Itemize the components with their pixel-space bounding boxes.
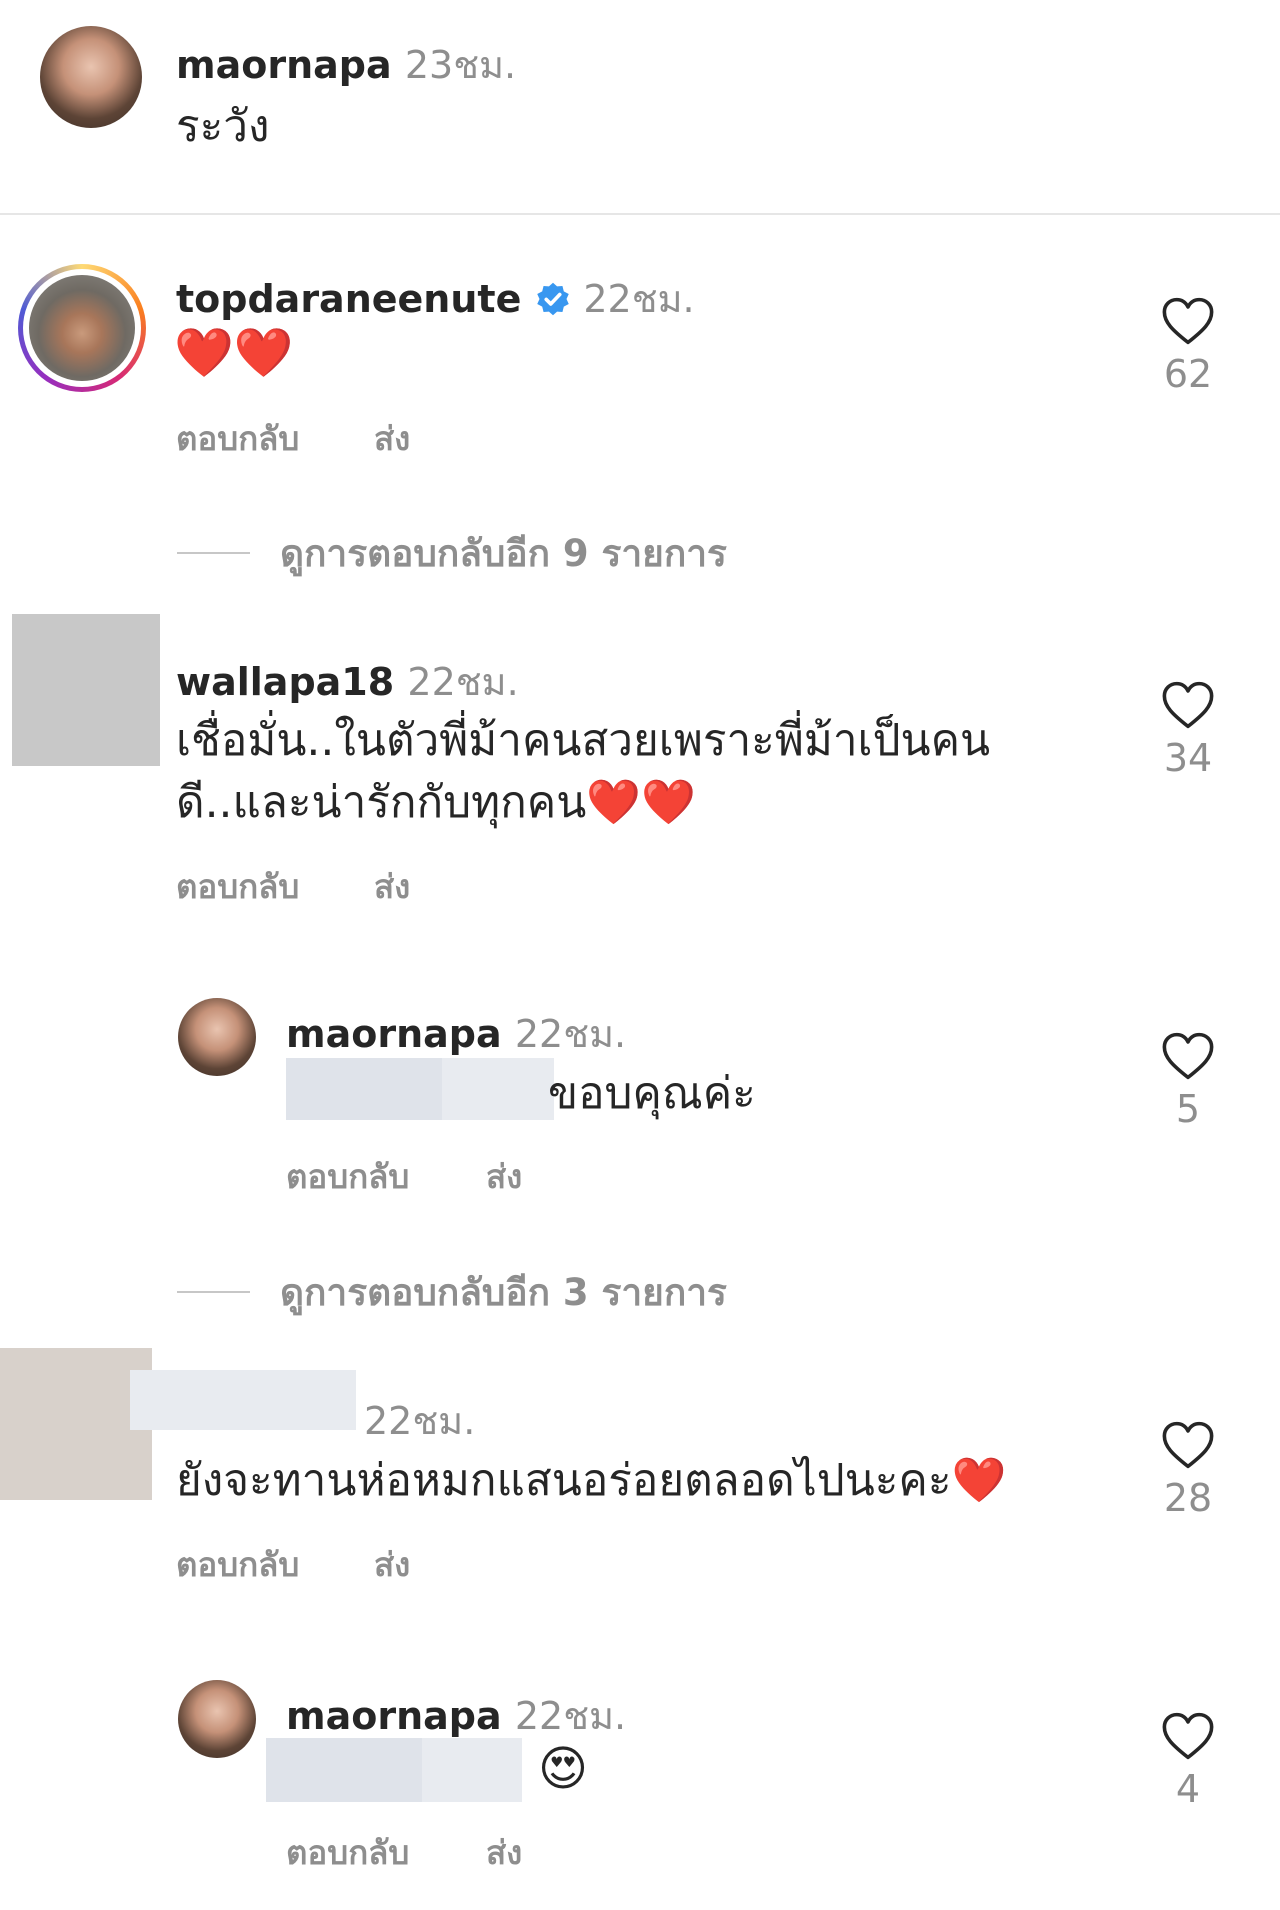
view-more-replies-label: ดูการตอบกลับอีก 3 รายการ: [280, 1270, 727, 1314]
avatar[interactable]: [178, 998, 256, 1076]
verified-badge-icon: [537, 282, 570, 315]
divider-line: [177, 1291, 250, 1293]
username[interactable]: maornapa: [286, 1694, 502, 1738]
avatar-placeholder[interactable]: [12, 614, 160, 766]
like-button[interactable]: 5: [1138, 1031, 1238, 1131]
like-button[interactable]: 62: [1138, 296, 1238, 396]
heart-outline-icon: [1162, 1712, 1214, 1760]
heart-outline-icon: [1162, 297, 1214, 345]
username[interactable]: topdaraneenute: [176, 277, 521, 321]
comment-text: ยังจะทานห่อหมกแสนอร่อยตลอดไปนะคะ❤️: [176, 1455, 1007, 1506]
reply-button[interactable]: ตอบกลับ: [176, 1538, 299, 1591]
reply-button[interactable]: ตอบกลับ: [176, 860, 299, 913]
like-count: 28: [1163, 1476, 1213, 1520]
send-button[interactable]: ส่ง: [374, 1538, 410, 1591]
like-button[interactable]: 34: [1138, 680, 1238, 780]
timestamp: 22ชม.: [514, 1694, 627, 1738]
comment-header: maornapa 23ชม.: [176, 34, 516, 95]
comment-text-line-2: ดี..และน่ารักกับทุกคน❤️❤️: [176, 777, 696, 828]
comment-header: maornapa 22ชม.: [286, 1003, 626, 1064]
comment-text: ❤️❤️: [174, 325, 294, 381]
comment-text-line-1: เชื่อมั่น..ในตัวพี่ม้าคนสวยเพราะพี่ม้าเป…: [176, 715, 991, 766]
like-count: 4: [1175, 1767, 1201, 1811]
username[interactable]: maornapa: [176, 43, 392, 87]
comment-text: ขอบคุณค่ะ: [548, 1068, 756, 1119]
reply-button[interactable]: ตอบกลับ: [286, 1826, 409, 1879]
send-button[interactable]: ส่ง: [486, 1150, 522, 1203]
timestamp: 23ชม.: [404, 43, 517, 87]
send-button[interactable]: ส่ง: [374, 412, 410, 465]
divider-line: [177, 552, 250, 554]
redacted-mention: [422, 1738, 522, 1802]
send-button[interactable]: ส่ง: [374, 860, 410, 913]
heart-outline-icon: [1162, 1032, 1214, 1080]
username[interactable]: wallapa18: [176, 660, 394, 704]
comment-header: 22ชม.: [364, 1390, 475, 1451]
reply-button[interactable]: ตอบกลับ: [286, 1150, 409, 1203]
like-count: 62: [1163, 352, 1213, 396]
comment-text: ระวัง: [176, 101, 270, 152]
timestamp: 22ชม.: [514, 1012, 627, 1056]
send-button[interactable]: ส่ง: [486, 1826, 522, 1879]
comment-header: topdaraneenute 22ชม.: [176, 268, 695, 329]
comments-thread: maornapa 23ชม. ระวัง topdaraneenute 22ชม…: [0, 0, 1280, 1910]
comment-header: maornapa 22ชม.: [286, 1685, 626, 1746]
comment-text: 😍: [538, 1741, 589, 1797]
heart-outline-icon: [1162, 681, 1214, 729]
like-count: 34: [1163, 736, 1213, 780]
timestamp: 22ชม.: [364, 1399, 476, 1443]
avatar[interactable]: [178, 1680, 256, 1758]
redacted-mention: [286, 1058, 442, 1120]
like-button[interactable]: 4: [1138, 1711, 1238, 1811]
view-more-replies-label: ดูการตอบกลับอีก 9 รายการ: [280, 531, 727, 575]
avatar[interactable]: [40, 26, 142, 128]
comment-header: wallapa18 22ชม.: [176, 651, 519, 712]
username[interactable]: maornapa: [286, 1012, 502, 1056]
heart-outline-icon: [1162, 1421, 1214, 1469]
view-more-replies[interactable]: ดูการตอบกลับอีก 3 รายการ: [177, 1267, 727, 1317]
avatar: [29, 275, 135, 381]
redacted-mention: [442, 1058, 554, 1120]
like-button[interactable]: 28: [1138, 1420, 1238, 1520]
like-count: 5: [1175, 1087, 1201, 1131]
redacted-mention: [266, 1738, 422, 1802]
timestamp: 22ชม.: [583, 277, 695, 321]
reply-button[interactable]: ตอบกลับ: [176, 412, 299, 465]
story-ring[interactable]: [18, 264, 146, 392]
redacted-username[interactable]: [130, 1370, 356, 1430]
view-more-replies[interactable]: ดูการตอบกลับอีก 9 รายการ: [177, 528, 727, 578]
divider: [0, 213, 1280, 215]
timestamp: 22ชม.: [407, 660, 519, 704]
